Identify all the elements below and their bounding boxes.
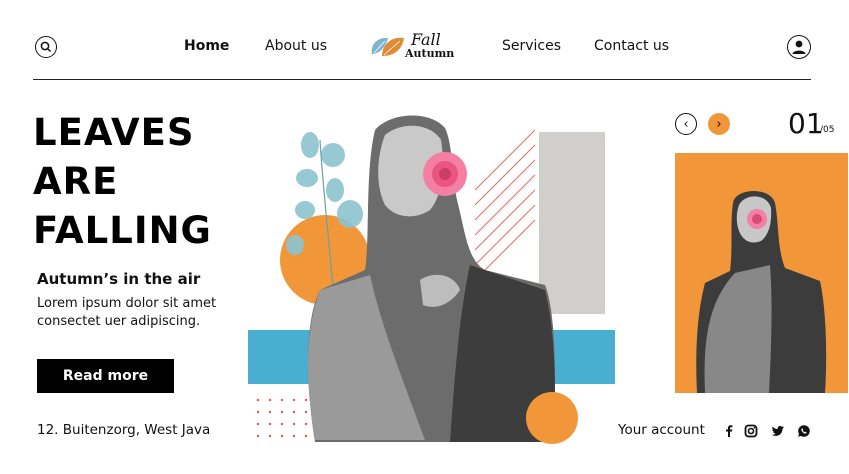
search-button[interactable] [35,36,57,58]
user-icon [792,40,806,54]
your-account-link[interactable]: Your account [618,422,705,438]
profile-button[interactable] [787,35,811,59]
hero-title-line: ARE [33,160,119,203]
whatsapp-icon[interactable] [797,424,811,438]
facebook-icon[interactable] [722,424,736,438]
hero-description: Lorem ipsum dolor sit amet consectet uer… [37,295,247,331]
hero-collage [248,115,615,444]
hero-title-line: FALLING [33,209,212,252]
prev-slide-button[interactable]: ‹ [675,113,697,135]
nav-home[interactable]: Home [184,38,229,54]
hero-subheading: Autumn’s in the air [37,270,201,288]
hero-description-line: consectet uer adipiscing. [37,314,201,329]
nav-contact[interactable]: Contact us [594,38,669,54]
chevron-right-icon: › [716,116,722,132]
search-icon [40,41,52,53]
hero-description-line: Lorem ipsum dolor sit amet [37,296,217,311]
nav-about[interactable]: About us [265,38,327,54]
slide-counter-total: /05 [820,125,835,135]
chevron-left-icon: ‹ [683,116,689,132]
header-divider [33,79,811,80]
read-more-button[interactable]: Read more [37,359,174,393]
leaf-logo-icon [371,37,404,56]
logo[interactable]: Fall Autumn [368,30,463,62]
hero-title: LEAVES ARE FALLING [33,108,212,255]
twitter-icon[interactable] [771,424,785,438]
next-slide-button[interactable]: › [708,113,730,135]
nav-services[interactable]: Services [502,38,561,54]
instagram-icon[interactable] [744,424,758,438]
slide-counter-current: 01 [788,107,824,140]
hero-title-line: LEAVES [33,111,195,154]
address: 12. Buitenzorg, West Java [37,422,211,438]
logo-text-autumn: Autumn [405,47,455,60]
slide-preview-image [675,153,848,393]
